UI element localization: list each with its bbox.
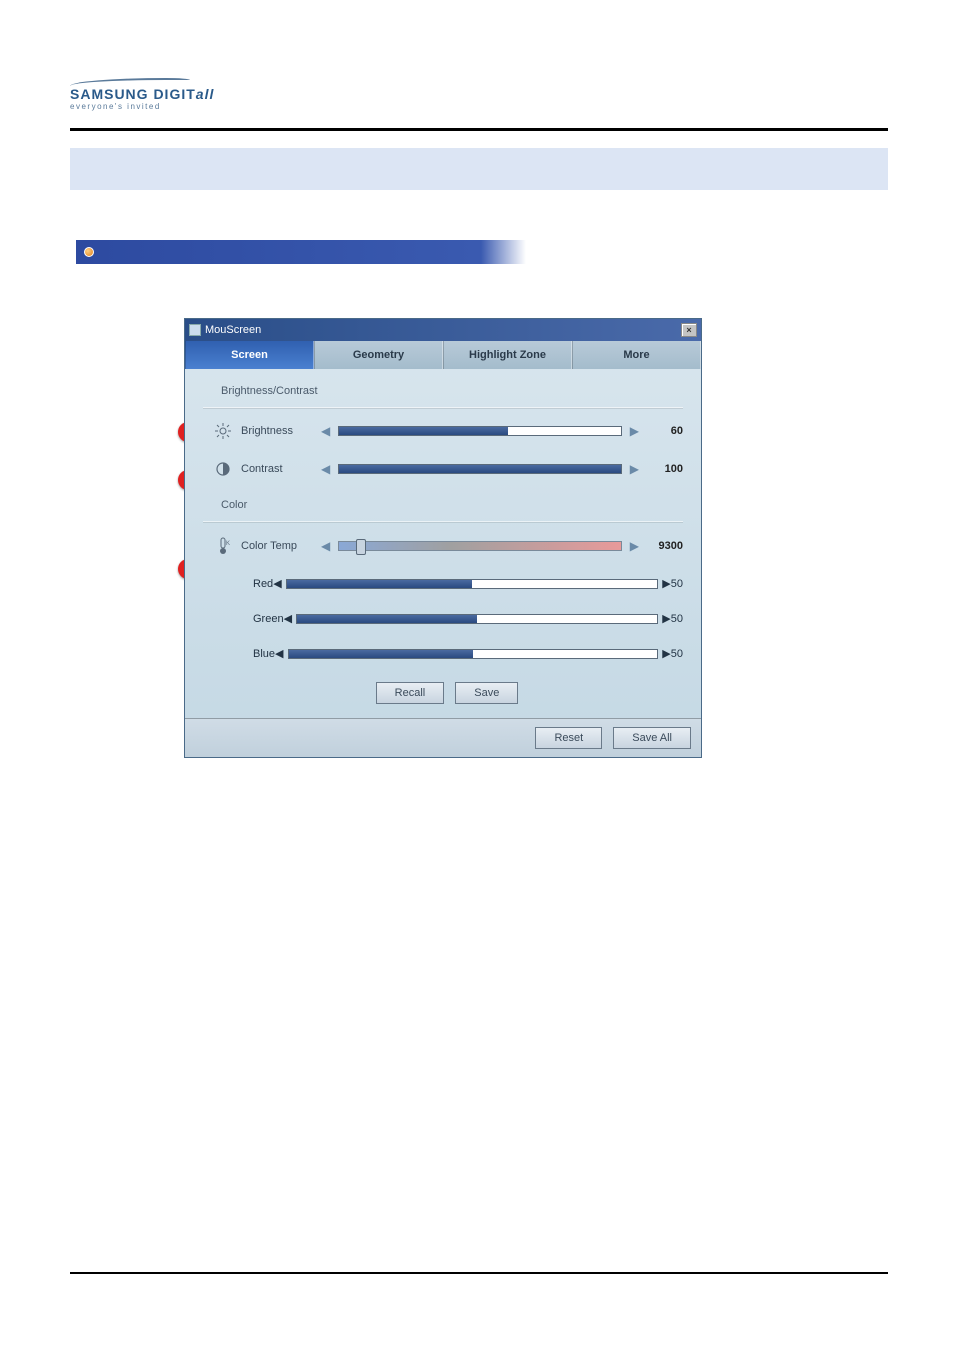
saveall-button[interactable]: Save All [613,727,691,749]
brightness-increase[interactable]: ▶ [626,424,643,438]
brightness-slider[interactable] [338,426,622,436]
brightness-label: Brightness [241,425,317,437]
red-value: 50 [671,578,683,590]
contrast-value: 100 [643,463,683,475]
colortemp-decrease[interactable]: ◀ [317,539,334,553]
brightness-fill [339,427,508,435]
header-divider [70,128,888,131]
contrast-icon [213,461,233,477]
logo-text-a: SAMSUNG DIGIT [70,86,196,102]
titlebar[interactable]: MouScreen × [185,319,701,341]
close-button[interactable]: × [681,323,697,337]
footer-bar: Reset Save All [185,718,701,757]
row-red: Red ◀ ▶ 50 [253,577,683,590]
green-label: Green [253,613,284,625]
green-slider[interactable] [296,614,658,624]
red-fill [287,580,472,588]
mouscreen-window: MouScreen × Screen Geometry Highlight Zo… [184,318,702,758]
brightness-icon [213,423,233,439]
contrast-decrease[interactable]: ◀ [317,462,334,476]
red-label: Red [253,578,273,590]
save-button[interactable]: Save [455,682,518,704]
bullet-icon [84,247,94,257]
red-decrease[interactable]: ◀ [273,577,281,590]
row-contrast: Contrast ◀ ▶ 100 [203,461,683,477]
tab-geometry[interactable]: Geometry [314,341,443,369]
red-slider[interactable] [286,579,659,589]
red-increase[interactable]: ▶ [662,577,670,590]
svg-text:K: K [226,541,230,547]
brightness-value: 60 [643,425,683,437]
tab-screen[interactable]: Screen [185,341,314,369]
row-brightness: Brightness ◀ ▶ 60 [203,423,683,439]
tab-more[interactable]: More [572,341,701,369]
green-decrease[interactable]: ◀ [284,612,292,625]
group-brightness-contrast: Brightness/Contrast [221,385,683,397]
colortemp-icon: K [213,537,233,555]
colortemp-label: Color Temp [241,540,317,552]
footer-divider [70,1272,888,1274]
green-increase[interactable]: ▶ [662,612,670,625]
separator [203,407,683,409]
logo-text: SAMSUNG DIGITall [70,86,214,102]
row-blue: Blue ◀ ▶ 50 [253,647,683,660]
reset-button[interactable]: Reset [535,727,602,749]
blue-label: Blue [253,648,275,660]
blue-increase[interactable]: ▶ [662,647,670,660]
row-colortemp: K Color Temp ◀ ▶ 9300 [203,537,683,555]
logo-text-b: all [196,86,215,102]
row-green: Green ◀ ▶ 50 [253,612,683,625]
colortemp-increase[interactable]: ▶ [626,539,643,553]
blue-value: 50 [671,648,683,660]
contrast-label: Contrast [241,463,317,475]
contrast-increase[interactable]: ▶ [626,462,643,476]
green-fill [297,615,477,623]
blue-slider[interactable] [288,649,659,659]
contrast-slider[interactable] [338,464,622,474]
recall-button[interactable]: Recall [376,682,445,704]
separator [203,521,683,523]
colortemp-slider[interactable] [338,541,622,551]
green-value: 50 [671,613,683,625]
logo-tagline: everyone's invited [70,102,214,111]
brightness-decrease[interactable]: ◀ [317,424,334,438]
window-title: MouScreen [205,324,261,336]
colortemp-value: 9300 [643,540,683,552]
contrast-fill [339,465,621,473]
blue-decrease[interactable]: ◀ [275,647,283,660]
section-header [76,240,526,264]
group-color: Color [221,499,683,511]
colortemp-thumb[interactable] [356,539,366,555]
app-icon [189,324,201,336]
brand-logo: SAMSUNG DIGITall everyone's invited [70,78,214,111]
tab-highlightzone[interactable]: Highlight Zone [443,341,572,369]
section-band [70,148,888,190]
tab-bar: Screen Geometry Highlight Zone More [185,341,701,369]
blue-fill [289,650,473,658]
